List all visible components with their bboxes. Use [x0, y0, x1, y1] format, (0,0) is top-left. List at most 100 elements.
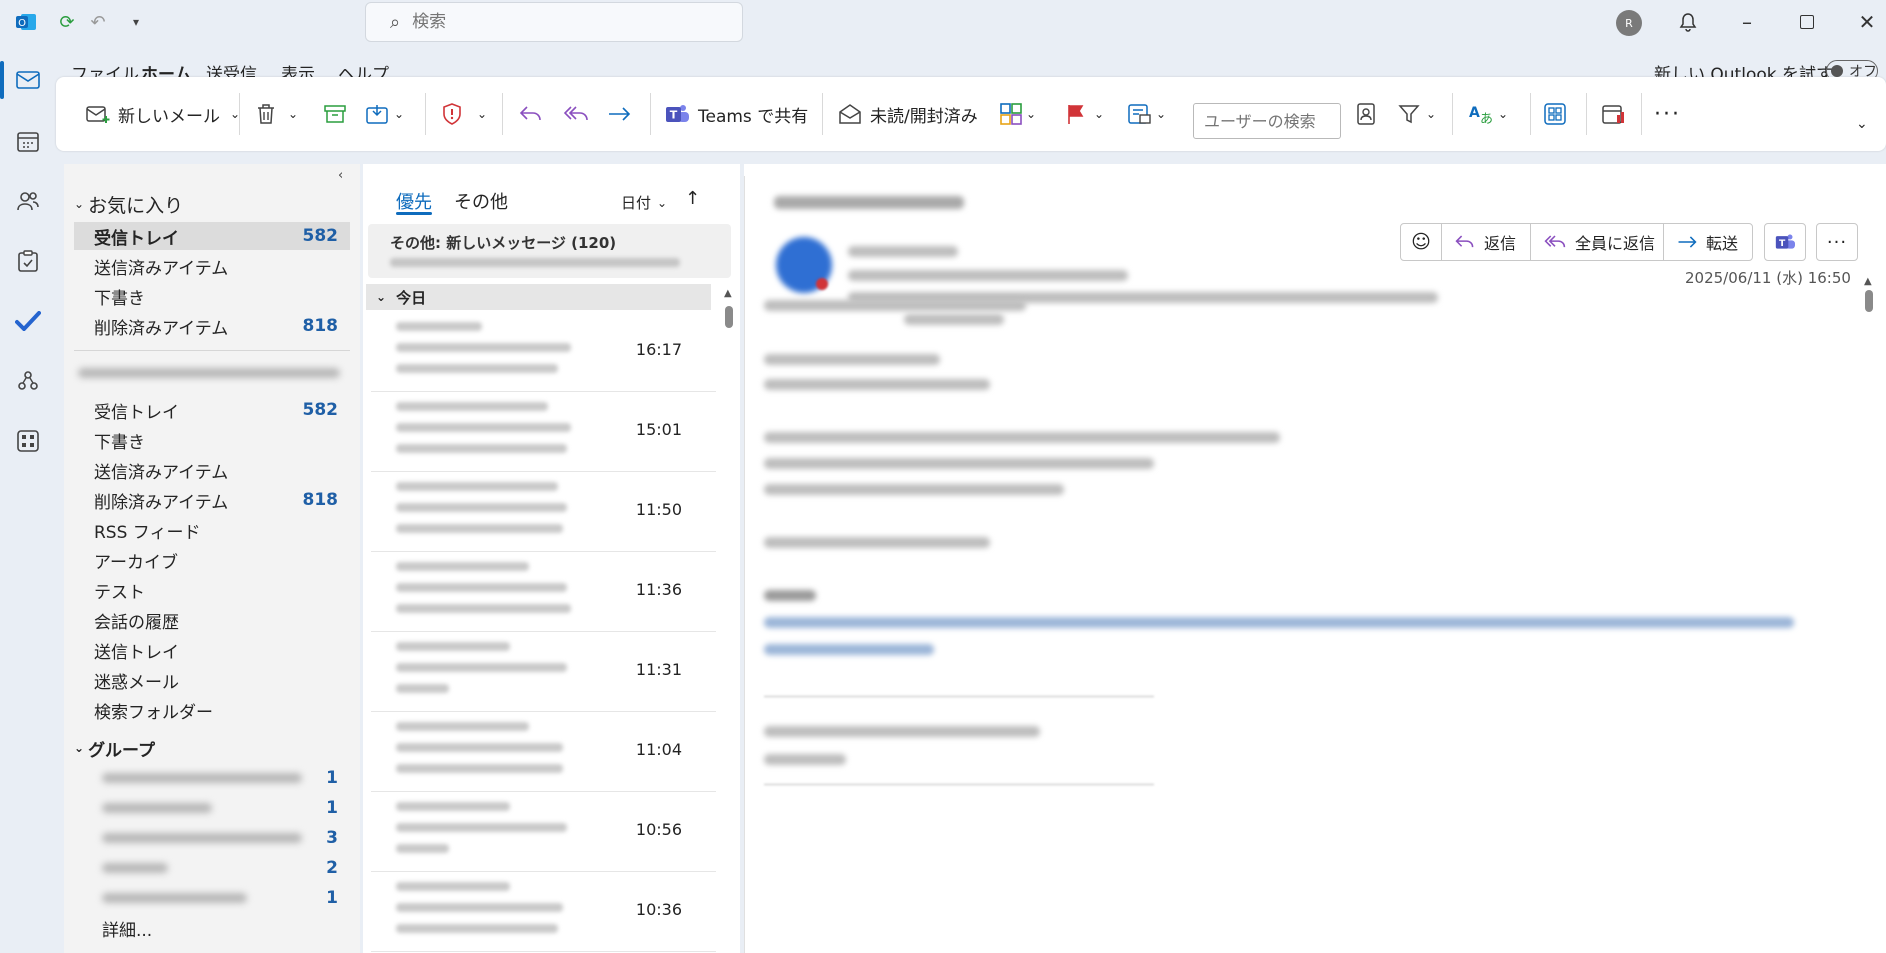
body-link[interactable] [764, 644, 934, 655]
unread-read-button[interactable]: 未読/開封済み [838, 95, 978, 133]
favorite-drafts[interactable]: 下書き [94, 282, 350, 310]
account-rss-feeds[interactable]: RSS フィード [94, 516, 350, 544]
filter-button[interactable]: ⌄ [1398, 95, 1436, 133]
collapse-pane-icon[interactable]: ‹ [338, 168, 343, 183]
scroll-up-icon[interactable]: ▲ [724, 288, 732, 299]
mail-icon[interactable] [8, 60, 48, 100]
reply-all-ribbon-button[interactable] [562, 95, 590, 133]
teams-chat-button[interactable]: T [1764, 223, 1806, 261]
categorize-button[interactable]: ⌄ [1000, 95, 1036, 133]
sort-dropdown[interactable]: 日付 ⌄ [621, 192, 667, 213]
groups-more-link[interactable]: 詳細... [102, 914, 358, 942]
translate-button[interactable]: Aあ ⌄ [1468, 95, 1508, 133]
reply-ribbon-button[interactable] [518, 95, 544, 133]
chevron-down-icon[interactable]: ⌄ [1498, 107, 1508, 121]
maximize-button[interactable] [1787, 8, 1827, 36]
group-item[interactable]: 1 [102, 764, 350, 792]
scroll-up-icon[interactable]: ▲ [1864, 276, 1872, 287]
chevron-down-icon[interactable]: ⌄ [394, 107, 404, 121]
group-item[interactable]: 3 [102, 824, 350, 852]
list-item[interactable]: 11:31 [371, 632, 716, 712]
forward-ribbon-button[interactable] [606, 95, 632, 133]
apps-ribbon-button[interactable] [1544, 95, 1566, 133]
group-item[interactable]: 1 [102, 884, 350, 912]
minimize-button[interactable]: – [1727, 8, 1767, 36]
list-item[interactable]: 15:01 [371, 392, 716, 472]
chevron-down-icon[interactable]: ⌄ [1094, 107, 1104, 121]
chevron-down-icon[interactable]: ⌄ [1156, 107, 1166, 121]
favorites-header[interactable]: ⌄ お気に入り [74, 190, 330, 218]
reply-button[interactable]: 返信 [1441, 223, 1531, 261]
address-book-button[interactable] [1356, 95, 1376, 133]
tasks-icon[interactable] [8, 241, 48, 281]
account-drafts[interactable]: 下書き [94, 426, 350, 454]
close-button[interactable]: ✕ [1847, 8, 1886, 36]
chevron-down-icon[interactable]: ⌄ [1426, 107, 1436, 121]
list-item[interactable]: 16:17 [371, 312, 716, 392]
chevron-down-icon[interactable]: ⌄ [288, 107, 298, 121]
favorite-sent-items[interactable]: 送信済みアイテム [94, 252, 350, 280]
list-item[interactable]: 10:56 [371, 792, 716, 872]
groups-icon[interactable] [8, 361, 48, 401]
account-test[interactable]: テスト [94, 576, 350, 604]
section-today[interactable]: ⌄ 今日 [366, 284, 711, 310]
account-search-folders[interactable]: 検索フォルダー [94, 696, 350, 724]
undo-icon[interactable]: ↶ [86, 10, 110, 34]
list-item[interactable]: 11:50 [371, 472, 716, 552]
account-deleted-items[interactable]: 削除済みアイテム 818 [94, 486, 350, 514]
account-archive[interactable]: アーカイブ [94, 546, 350, 574]
list-item[interactable]: 11:04 [371, 712, 716, 792]
tab-other[interactable]: その他 [454, 188, 508, 214]
chevron-down-icon[interactable]: ⌄ [1026, 107, 1036, 121]
scrollbar-thumb[interactable] [1865, 290, 1873, 312]
reply-all-button[interactable]: 全員に返信 [1530, 223, 1664, 261]
group-item[interactable]: 2 [102, 854, 350, 882]
account-header[interactable] [78, 368, 340, 378]
rules-button[interactable]: ⌄ [1128, 95, 1166, 133]
avatar[interactable]: R [1616, 10, 1642, 36]
user-search-input[interactable] [1202, 110, 1336, 132]
list-item[interactable]: 11:36 [371, 552, 716, 632]
account-conversation-history[interactable]: 会話の履歴 [94, 606, 350, 634]
schedule-button[interactable] [1602, 95, 1626, 133]
apps-icon[interactable] [8, 421, 48, 461]
teams-share-button[interactable]: T Teams で共有 [664, 95, 808, 133]
report-button[interactable]: ⌄ [441, 95, 487, 133]
account-sent-items[interactable]: 送信済みアイテム [94, 456, 350, 484]
group-item[interactable]: 1 [102, 794, 350, 822]
more-options-icon[interactable]: ··· [1654, 95, 1681, 133]
forward-button[interactable]: 転送 [1663, 223, 1753, 261]
reading-pane-scrollbar[interactable]: ▲ [1862, 276, 1876, 953]
chevron-down-icon[interactable]: ⌄ [477, 107, 487, 121]
todo-icon[interactable] [8, 301, 48, 341]
list-item[interactable]: 10:36 [371, 872, 716, 952]
message-list-scrollbar[interactable]: ▲ [723, 288, 735, 953]
groups-header[interactable]: ⌄ グループ [74, 734, 330, 762]
move-button[interactable]: ⌄ [366, 95, 404, 133]
people-icon[interactable] [8, 181, 48, 221]
flag-button[interactable]: ⌄ [1066, 95, 1104, 133]
calendar-icon[interactable] [8, 121, 48, 161]
archive-button[interactable] [324, 95, 346, 133]
user-search-box[interactable] [1193, 103, 1341, 139]
sync-icon[interactable]: ⟳ [55, 10, 79, 34]
account-inbox[interactable]: 受信トレイ 582 [94, 396, 350, 424]
sort-direction-icon[interactable]: ↑ [685, 188, 700, 209]
scrollbar-thumb[interactable] [725, 306, 733, 328]
delete-button[interactable]: ⌄ [256, 95, 298, 133]
more-actions-icon[interactable]: ··· [1816, 223, 1858, 261]
favorite-inbox[interactable]: 受信トレイ 582 [94, 222, 350, 250]
body-link[interactable] [764, 617, 1794, 628]
emoji-reaction-button[interactable]: ☺ [1400, 223, 1442, 261]
other-messages-banner[interactable]: その他: 新しいメッセージ (120) [368, 224, 731, 278]
favorite-deleted-items[interactable]: 削除済みアイテム 818 [94, 312, 350, 340]
tab-focused[interactable]: 優先 [396, 188, 432, 214]
search-input[interactable] [410, 11, 715, 33]
search-box[interactable]: ⌕ [365, 2, 743, 42]
account-junk[interactable]: 迷惑メール [94, 666, 350, 694]
quick-access-dropdown-icon[interactable]: ▾ [124, 10, 148, 34]
bell-icon[interactable] [1676, 10, 1700, 34]
ribbon-expand-icon[interactable]: ⌄ [1856, 105, 1868, 143]
new-mail-button[interactable]: 新しいメール ⌄ [86, 95, 240, 133]
account-outbox[interactable]: 送信トレイ [94, 636, 350, 664]
